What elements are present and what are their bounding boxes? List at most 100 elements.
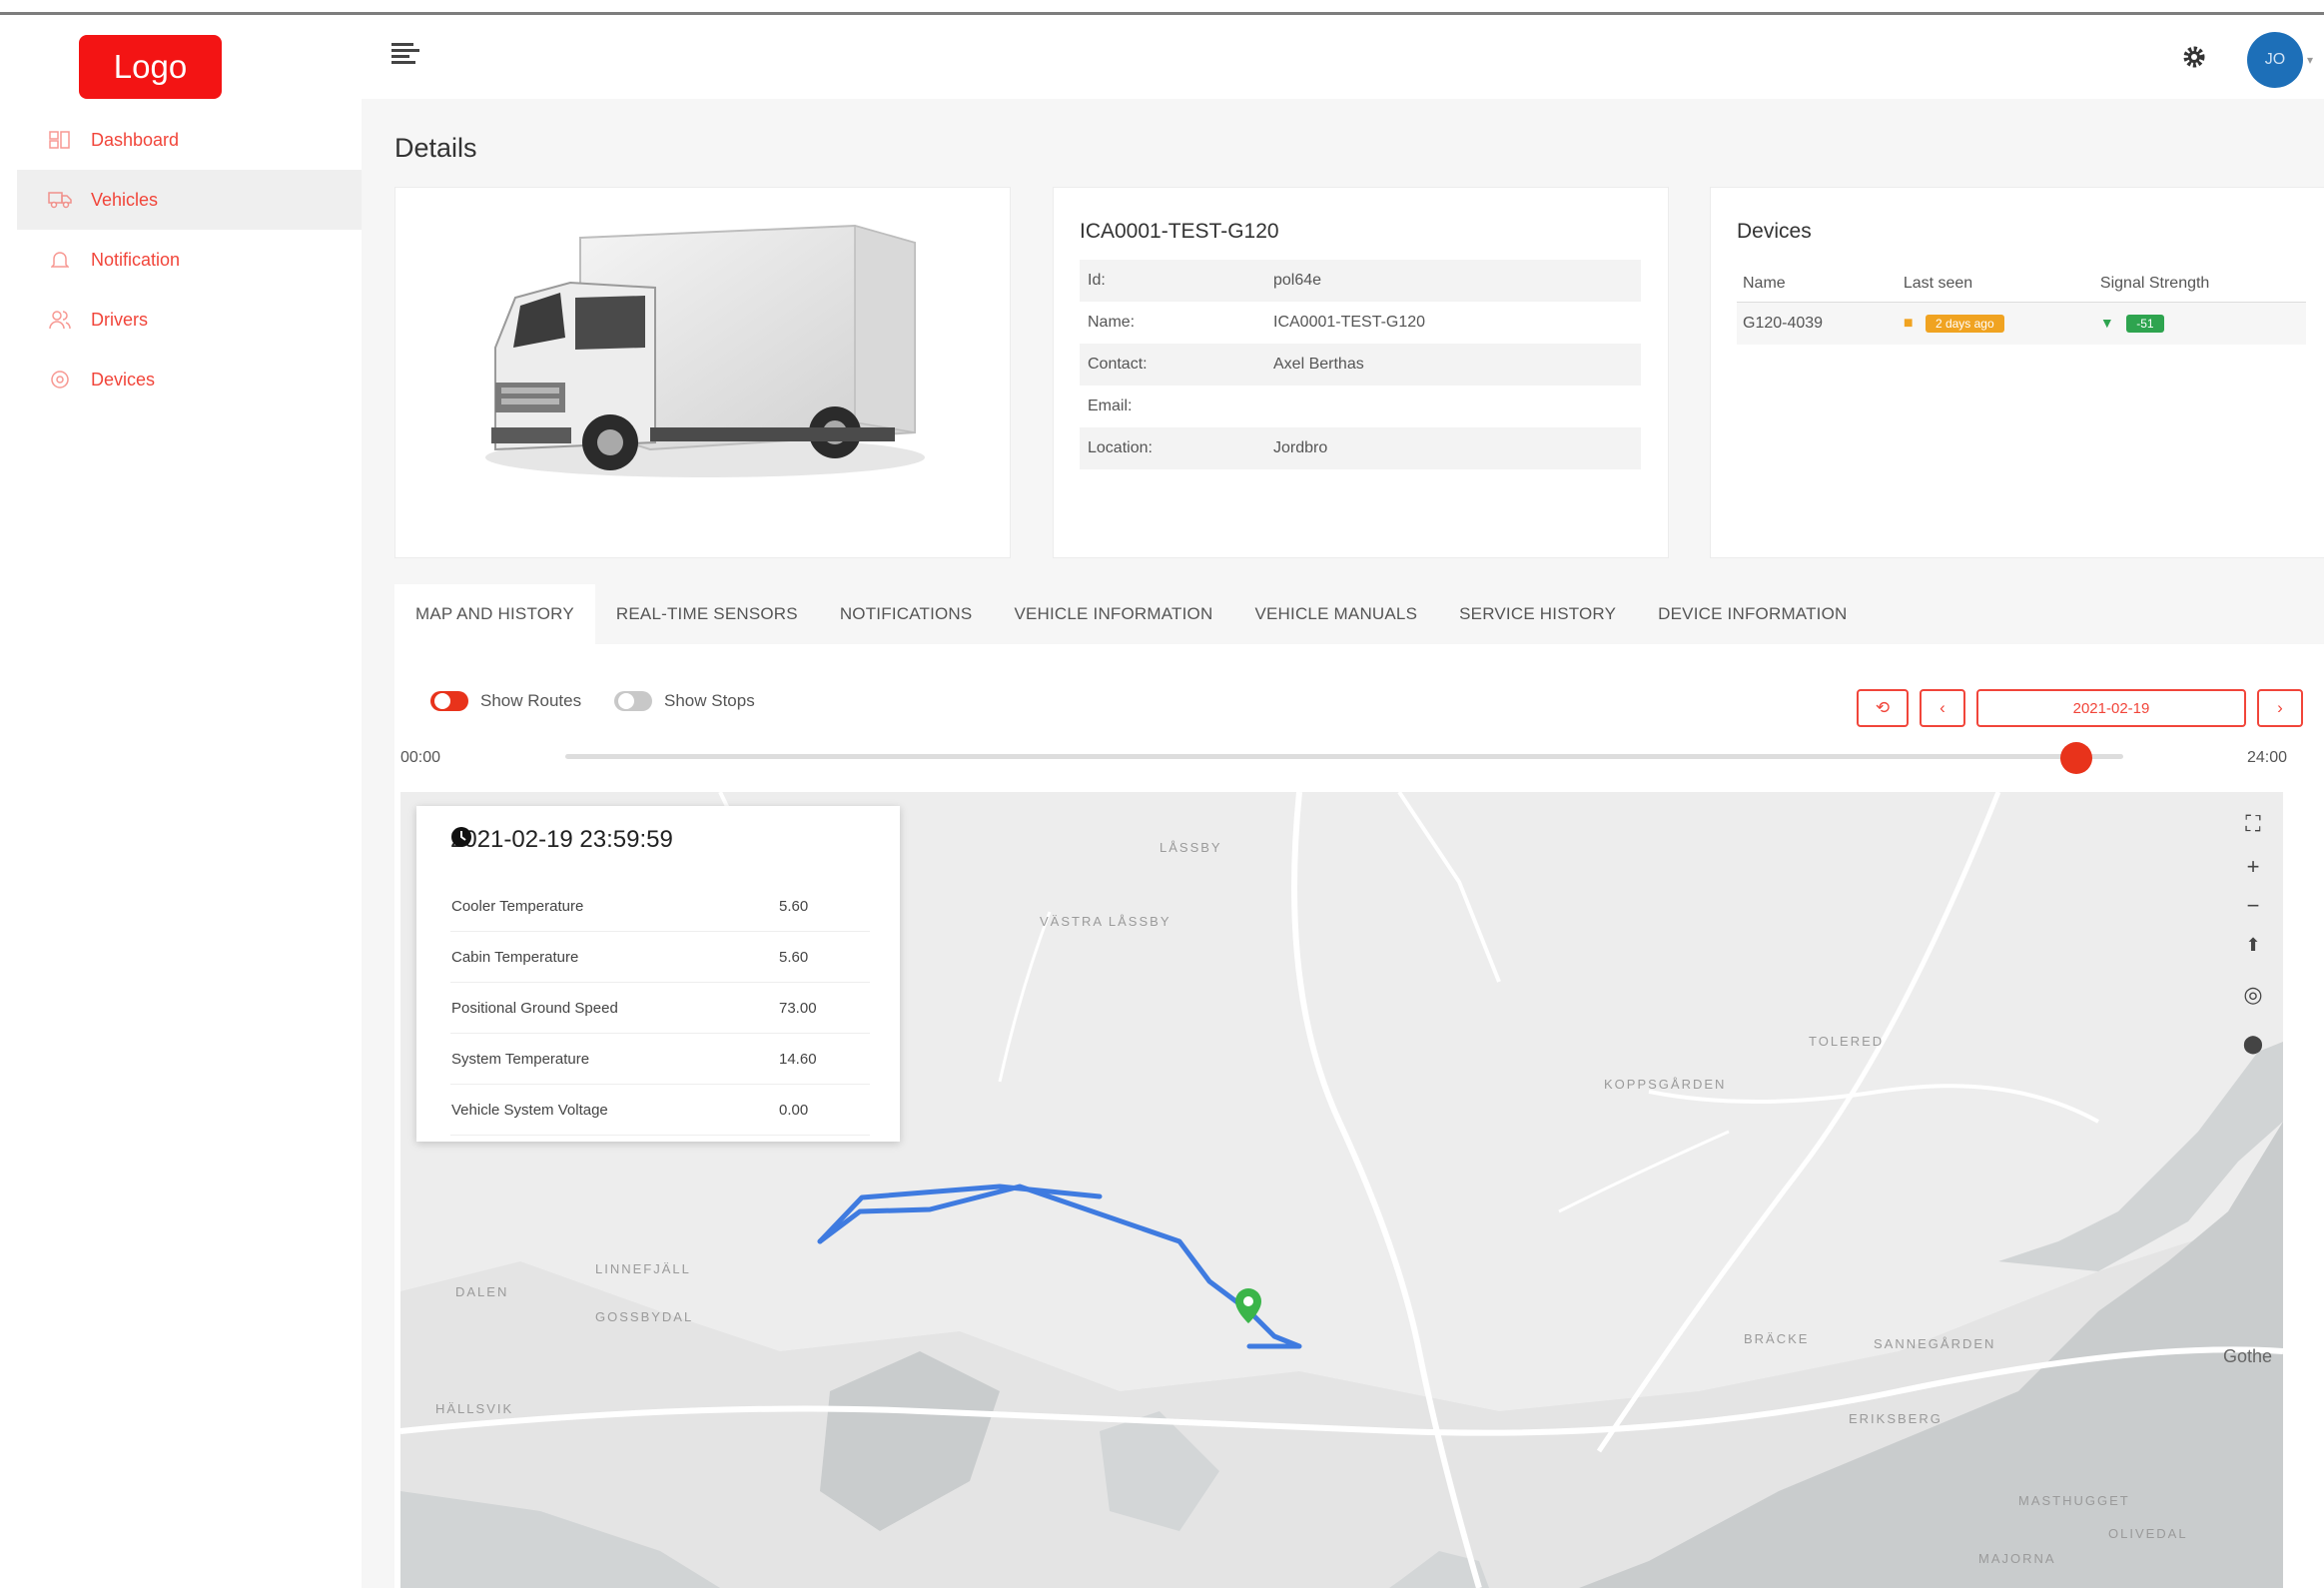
dashboard-icon xyxy=(47,127,73,153)
toggle-switch-on[interactable] xyxy=(430,691,468,711)
menu-toggle-button[interactable] xyxy=(387,37,423,73)
table-row: System Temperature 14.60 xyxy=(450,1033,870,1085)
map-pin-icon: ⬤ xyxy=(2242,1033,2264,1054)
previous-day-button[interactable]: ‹ xyxy=(1920,689,1965,727)
tab-vehicle-information[interactable]: VEHICLE INFORMATION xyxy=(993,584,1233,644)
sidebar-item-devices[interactable]: Devices xyxy=(17,350,362,409)
time-slider[interactable] xyxy=(565,754,2123,759)
wifi-icon: ▼ xyxy=(2099,315,2114,331)
tab-service-history[interactable]: SERVICE HISTORY xyxy=(1438,584,1637,644)
field-label: Location: xyxy=(1088,439,1153,456)
main-content: JO ▾ Details ICA0001-TEST-G120 Id: pol64… xyxy=(362,15,2324,1588)
users-icon xyxy=(47,307,73,333)
device-icon xyxy=(47,367,73,393)
map-place-label: BRÄCKE xyxy=(1744,1331,1810,1346)
geolocate-button[interactable]: ◎ xyxy=(2233,975,2273,1015)
signal-badge: -51 xyxy=(2126,315,2164,333)
sidebar-item-drivers[interactable]: Drivers xyxy=(17,290,362,350)
last-seen-badge: 2 days ago xyxy=(1925,315,2004,333)
sensor-label: Vehicle System Voltage xyxy=(450,1084,778,1136)
window-top-border xyxy=(0,0,2324,15)
map-place-label: SANNEGÅRDEN xyxy=(1874,1336,1996,1351)
vehicle-info-table: Id: pol64e Name: ICA0001-TEST-G120 Conta… xyxy=(1080,260,1641,469)
table-row: Location: Jordbro xyxy=(1080,427,1641,469)
avatar[interactable]: JO xyxy=(2247,32,2303,88)
field-label: Contact: xyxy=(1088,356,1148,373)
field-value: pol64e xyxy=(1273,272,1322,289)
last-seen-cell: ■ 2 days ago xyxy=(1897,302,2094,345)
sensor-value: 73.00 xyxy=(778,982,870,1034)
map-place-label: GOSSBYDAL xyxy=(595,1309,694,1324)
truck-icon: ■ xyxy=(1903,315,1914,332)
tab-notifications[interactable]: NOTIFICATIONS xyxy=(819,584,994,644)
minus-icon: − xyxy=(2246,893,2260,918)
time-slider-handle[interactable] xyxy=(2060,742,2093,774)
map-place-label: ERIKSBERG xyxy=(1849,1411,1942,1426)
tab-device-information[interactable]: DEVICE INFORMATION xyxy=(1637,584,1868,644)
menu-icon xyxy=(391,43,419,64)
sidebar-item-label: Vehicles xyxy=(91,189,159,210)
column-header-name: Name xyxy=(1737,266,1898,303)
top-header: JO ▾ xyxy=(362,15,2324,99)
fullscreen-button[interactable]: ⛶ xyxy=(2233,804,2273,844)
field-label: Id: xyxy=(1088,272,1106,289)
sidebar-item-notification[interactable]: Notification xyxy=(17,230,362,290)
snapshot-timestamp: 2021-02-19 23:59:59 xyxy=(450,826,673,854)
route-map[interactable]: LÅSSBY VÄSTRA LÅSSBY LINNEFJÄLL DALEN GO… xyxy=(400,792,2283,1588)
table-row: Cooler Temperature 5.60 xyxy=(450,881,870,932)
chevron-left-icon: ‹ xyxy=(1939,698,1945,717)
table-row: Id: pol64e xyxy=(1080,260,1641,302)
sensor-value: 5.60 xyxy=(778,881,870,932)
map-place-label: DALEN xyxy=(455,1284,509,1299)
field-value: ICA0001-TEST-G120 xyxy=(1273,314,1426,331)
sensor-label: System Temperature xyxy=(450,1033,778,1085)
column-header-last-seen: Last seen xyxy=(1897,266,2094,303)
sensor-value: 0.00 xyxy=(778,1084,870,1136)
refresh-button[interactable]: ⟲ xyxy=(1857,689,1909,727)
next-day-button[interactable]: › xyxy=(2257,689,2303,727)
map-place-label: VÄSTRA LÅSSBY xyxy=(1040,914,1171,929)
logo[interactable]: Logo xyxy=(79,35,222,99)
map-place-label: Gothe xyxy=(2223,1346,2273,1366)
sidebar-item-dashboard[interactable]: Dashboard xyxy=(17,110,362,170)
field-value: Jordbro xyxy=(1273,439,1328,456)
field-label: Name: xyxy=(1088,314,1136,331)
zoom-out-button[interactable]: − xyxy=(2233,886,2273,926)
field-label: Email: xyxy=(1088,397,1133,414)
sidebar-item-vehicles[interactable]: Vehicles xyxy=(17,170,362,230)
devices-card: Devices Name Last seen Signal Strength G… xyxy=(1710,187,2324,558)
table-row[interactable]: G120-4039 ■ 2 days ago ▼ -51 xyxy=(1737,302,2306,345)
tab-map-and-history[interactable]: MAP AND HISTORY xyxy=(394,584,595,644)
sidebar-item-label: Devices xyxy=(91,369,156,390)
date-picker[interactable]: 2021-02-19 xyxy=(1976,689,2246,727)
settings-button[interactable] xyxy=(2174,37,2214,77)
signal-cell: ▼ -51 xyxy=(2093,302,2306,345)
tab-vehicle-manuals[interactable]: VEHICLE MANUALS xyxy=(1233,584,1438,644)
zoom-in-button[interactable]: + xyxy=(2233,847,2273,887)
map-place-label: OLIVEDAL xyxy=(2108,1526,2188,1541)
field-value: Axel Berthas xyxy=(1273,356,1364,373)
chevron-right-icon: › xyxy=(2277,698,2283,717)
show-routes-label: Show Routes xyxy=(480,691,582,710)
sensor-table: Cooler Temperature 5.60 Cabin Temperatur… xyxy=(450,881,870,1136)
show-routes-toggle[interactable]: Show Routes xyxy=(430,691,581,711)
show-stops-toggle[interactable]: Show Stops xyxy=(614,691,755,711)
tab-real-time-sensors[interactable]: REAL-TIME SENSORS xyxy=(595,584,819,644)
map-place-label: HÄLLSVIK xyxy=(435,1401,514,1416)
table-row: Name: ICA0001-TEST-G120 xyxy=(1080,302,1641,344)
sidebar-item-label: Dashboard xyxy=(91,129,180,150)
sidebar-item-label: Notification xyxy=(91,249,181,270)
compass-button[interactable]: ⬆ xyxy=(2233,925,2273,965)
refresh-icon: ⟲ xyxy=(1875,698,1891,717)
toggle-switch-off[interactable] xyxy=(614,691,652,711)
map-history-panel: Show Routes Show Stops ⟲ ‹ 2021-02-19 › … xyxy=(394,644,2324,1588)
vehicle-image-card xyxy=(394,187,1011,558)
map-place-label: TOLERED xyxy=(1809,1034,1885,1049)
snapshot-timestamp-text: 2021-02-19 23:59:59 xyxy=(450,826,673,853)
center-marker-button[interactable]: ⬤ xyxy=(2233,1024,2273,1064)
map-place-label: MAJORNA xyxy=(1978,1551,2056,1566)
sidebar: Logo Dashboard Vehicles Notification Dri… xyxy=(17,15,362,1588)
sensor-value: 5.60 xyxy=(778,931,870,983)
sensor-label: Cabin Temperature xyxy=(450,931,778,983)
chevron-down-icon[interactable]: ▾ xyxy=(2307,53,2313,67)
